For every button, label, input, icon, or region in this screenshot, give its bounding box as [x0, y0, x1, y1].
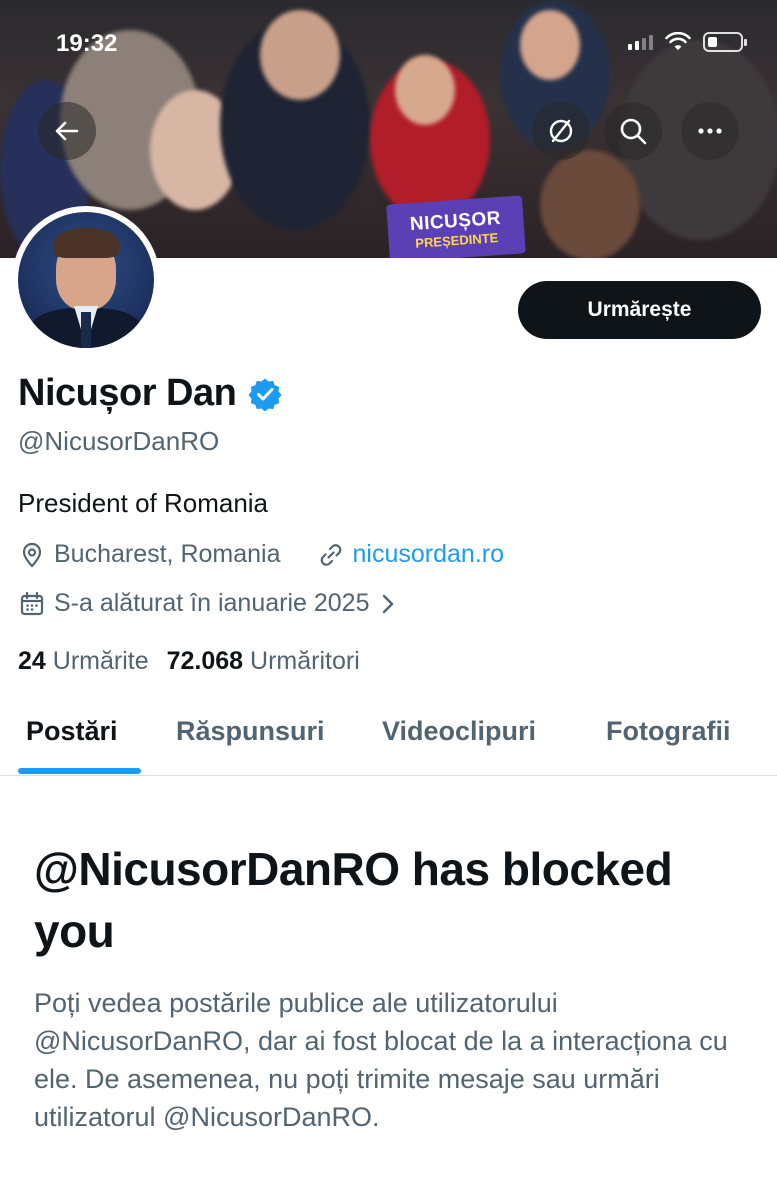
circle-slash-icon — [549, 119, 573, 143]
tab-replies[interactable]: Răspunsuri — [176, 716, 325, 747]
blocked-notice-body: Poți vedea postările publice ale utiliza… — [34, 988, 728, 1132]
status-time: 19:32 — [56, 30, 118, 57]
following-link[interactable]: 24 Urmărite — [18, 647, 149, 676]
profile-tabs: Postări Răspunsuri Videoclipuri Fotograf… — [0, 700, 777, 776]
verified-badge-icon[interactable] — [248, 377, 282, 411]
status-icons — [628, 32, 747, 52]
profile-avatar[interactable] — [12, 206, 160, 354]
following-count: 24 — [18, 647, 46, 675]
location-pin-icon — [22, 542, 42, 568]
profile-location: Bucharest, Romania — [54, 540, 281, 568]
profile-joined-row[interactable]: S-a alăturat în ianuarie 2025 — [18, 589, 398, 618]
search-icon — [620, 118, 647, 145]
banner-crowd-shape — [520, 10, 580, 80]
followers-label: Urmăritori — [250, 647, 360, 675]
avatar-photo — [18, 212, 154, 348]
tab-videos[interactable]: Videoclipuri — [382, 716, 536, 747]
profile-joined-date: S-a alăturat în ianuarie 2025 — [54, 589, 370, 617]
follow-button[interactable]: Urmărește — [518, 281, 761, 339]
blocked-notice-title: @NicusorDanRO has blocked you — [34, 843, 673, 957]
chevron-right-icon — [382, 594, 393, 613]
back-button[interactable] — [38, 102, 96, 160]
followers-link[interactable]: 72.068 Urmăritori — [167, 647, 360, 676]
battery-icon — [703, 32, 747, 52]
banner-campaign-sign: NICUȘOR PREȘEDINTE — [386, 195, 526, 258]
link-icon — [320, 543, 341, 566]
tab-posts[interactable]: Postări — [26, 716, 118, 747]
arrow-left-icon — [55, 121, 79, 141]
active-tab-indicator — [18, 768, 141, 774]
cellular-signal-icon — [628, 34, 653, 50]
tab-photos[interactable]: Fotografii — [606, 716, 730, 747]
blocked-indicator-button[interactable] — [532, 102, 590, 160]
banner-crowd-shape — [395, 55, 455, 125]
calendar-icon — [20, 591, 44, 615]
profile-name: Nicușor Dan — [18, 372, 237, 414]
following-label: Urmărite — [52, 647, 149, 675]
followers-count: 72.068 — [166, 647, 244, 675]
profile-name-row: Nicușor Dan — [18, 372, 282, 415]
more-horizontal-icon — [698, 128, 722, 134]
profile-meta-row: Bucharest, Romania nicusordan.ro — [18, 540, 504, 569]
follow-stats: 24 Urmărite 72.068 Urmăritori — [18, 647, 360, 676]
wifi-icon — [665, 32, 691, 50]
banner-crowd-shape — [260, 10, 340, 100]
banner-crowd-shape — [540, 150, 640, 258]
profile-handle: @NicusorDanRO — [18, 426, 220, 456]
more-options-button[interactable] — [681, 102, 739, 160]
search-button[interactable] — [604, 102, 662, 160]
profile-website-link[interactable]: nicusordan.ro — [353, 540, 504, 569]
profile-bio: President of Romania — [18, 488, 269, 518]
